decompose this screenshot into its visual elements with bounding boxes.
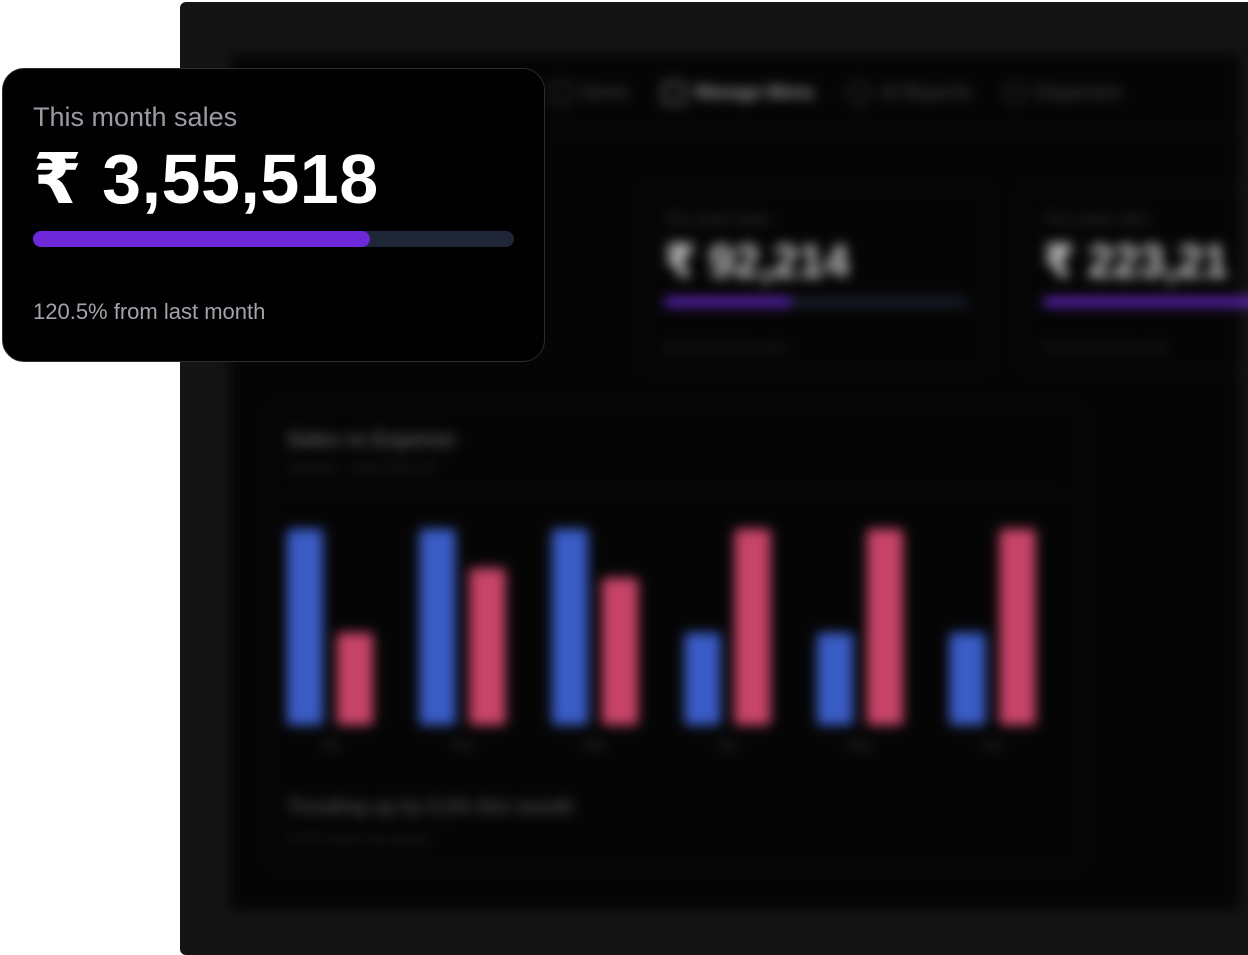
stat-value: ₹ 92,214 bbox=[664, 235, 850, 287]
expense-bar-may bbox=[867, 529, 903, 725]
chart-footnote: 50.3% above last quarter bbox=[287, 831, 432, 846]
nav-item-items[interactable]: Items bbox=[550, 81, 630, 104]
sales-vs-expense-chart: Sales vs Expense January - June 2024-25 … bbox=[266, 406, 1086, 866]
nav-item-label: Items bbox=[582, 82, 630, 102]
expense-bar-apr bbox=[734, 529, 771, 725]
stat-progress-track bbox=[1043, 298, 1248, 306]
month-sales-change: 120.5% from last month bbox=[33, 299, 266, 324]
nav-item-label: Expenses bbox=[1037, 82, 1122, 102]
stat-value: ₹ 223,21 bbox=[1043, 235, 1229, 287]
sales-bar-apr bbox=[684, 632, 721, 725]
menu-grid-icon bbox=[663, 81, 686, 104]
sales-bar-jun bbox=[949, 632, 986, 725]
sales-bar-may bbox=[817, 632, 853, 725]
stat-label: This week sales bbox=[664, 211, 771, 228]
month-sales-card: This month sales ₹ 3,55,518 120.5% from … bbox=[2, 68, 545, 362]
chart-pie-icon bbox=[848, 81, 871, 104]
month-sales-value: ₹ 3,55,518 bbox=[33, 140, 379, 218]
stat-progress-fill bbox=[664, 298, 792, 306]
expense-bar-mar bbox=[602, 578, 638, 725]
nav-item-label: Manage Menu bbox=[695, 82, 815, 102]
stat-card-week-sales: This week sales ₹ 92,214 50.2% from last… bbox=[643, 186, 989, 372]
nav-item-ai-reports[interactable]: AI Reports bbox=[848, 81, 972, 104]
stat-label: This week sales bbox=[1043, 211, 1150, 228]
chart-trend-text: Trending up by 5.2% this month bbox=[287, 797, 575, 818]
expense-bar-jun bbox=[999, 529, 1036, 725]
nav-item-label: AI Reports bbox=[880, 82, 972, 102]
month-sales-label: This month sales bbox=[33, 102, 238, 132]
expense-bar-feb bbox=[469, 568, 506, 725]
x-tick-label: Feb bbox=[451, 737, 473, 752]
stat-change: 50.2% from last week bbox=[664, 340, 789, 355]
nav-item-manage-menu[interactable]: Manage Menu bbox=[663, 81, 815, 104]
x-tick-label: Mar bbox=[584, 737, 607, 752]
sales-bar-jan bbox=[287, 529, 323, 725]
sales-bar-mar bbox=[552, 529, 588, 725]
stat-progress-track bbox=[664, 298, 968, 306]
month-progress-fill bbox=[33, 231, 370, 247]
x-tick-label: Jan bbox=[320, 737, 341, 752]
nav-item-expenses[interactable]: Expenses bbox=[1005, 81, 1122, 104]
x-tick-label: May bbox=[848, 737, 873, 752]
wallet-icon bbox=[1005, 81, 1028, 104]
x-tick-label: Apr bbox=[717, 737, 738, 752]
expense-bar-jan bbox=[337, 632, 373, 725]
list-icon bbox=[550, 81, 572, 104]
stat-progress-fill bbox=[1043, 298, 1248, 306]
x-tick-label: Jun bbox=[982, 737, 1003, 752]
stat-card-week-sales-2: This week sales ₹ 223,21 50.2% from last… bbox=[1022, 186, 1248, 372]
month-progress-track bbox=[33, 231, 514, 247]
sales-bar-feb bbox=[419, 529, 456, 725]
stat-change: 50.2% from last week bbox=[1043, 340, 1168, 355]
